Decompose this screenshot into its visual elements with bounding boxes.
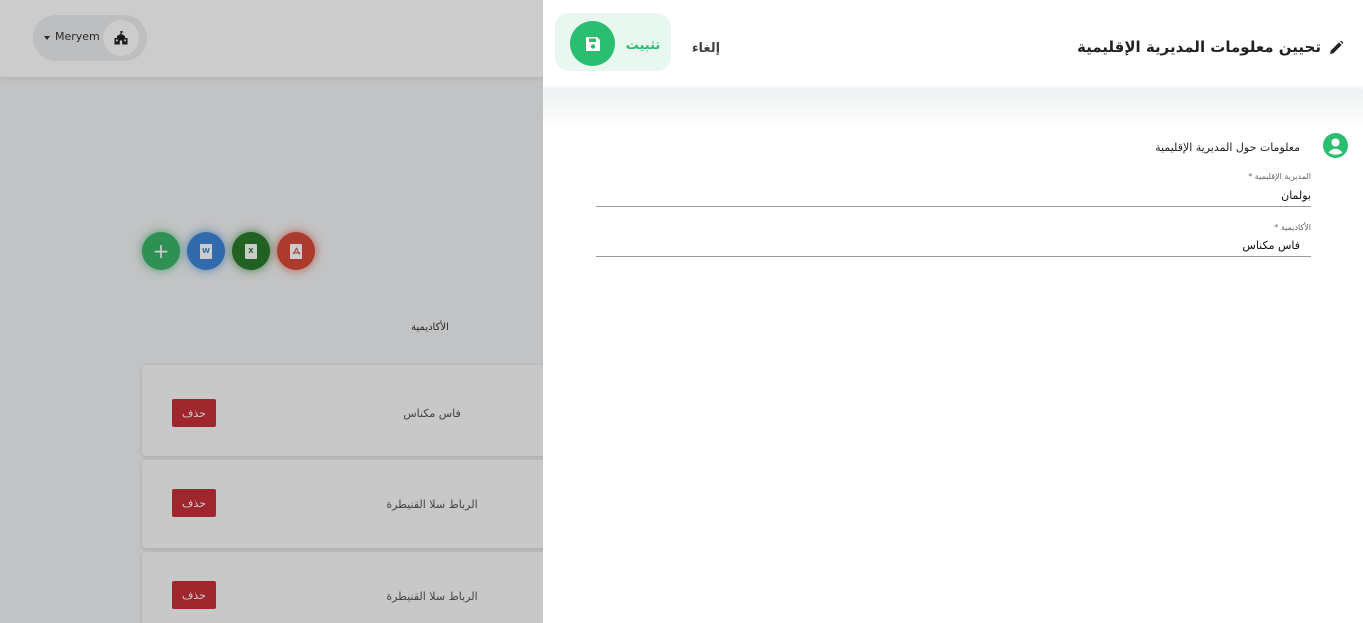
floppy-disk-icon	[570, 21, 615, 66]
edit-drawer: تثبيت إلغاء تحيين معلومات المديرية الإقل…	[543, 0, 1363, 623]
province-input[interactable]	[596, 189, 1311, 202]
modal-backdrop[interactable]	[0, 0, 543, 623]
section-title: معلومات حول المديرية الإقليمية	[1155, 141, 1300, 154]
academy-label: الأكاديمية *	[1274, 223, 1311, 232]
save-button[interactable]: تثبيت	[555, 13, 671, 71]
academy-field: الأكاديمية *	[585, 223, 1311, 257]
province-field: المديرية الإقليمية *	[596, 172, 1311, 207]
drawer-title: تحيين معلومات المديرية الإقليمية	[1077, 38, 1321, 56]
save-label: تثبيت	[625, 38, 661, 53]
user-circle-icon	[1323, 133, 1348, 158]
cancel-button[interactable]: إلغاء	[686, 38, 726, 58]
pencil-icon	[1328, 40, 1344, 56]
drawer-header: تثبيت إلغاء تحيين معلومات المديرية الإقل…	[543, 0, 1363, 128]
academy-select[interactable]	[585, 239, 1300, 252]
province-label: المديرية الإقليمية *	[1248, 172, 1311, 181]
